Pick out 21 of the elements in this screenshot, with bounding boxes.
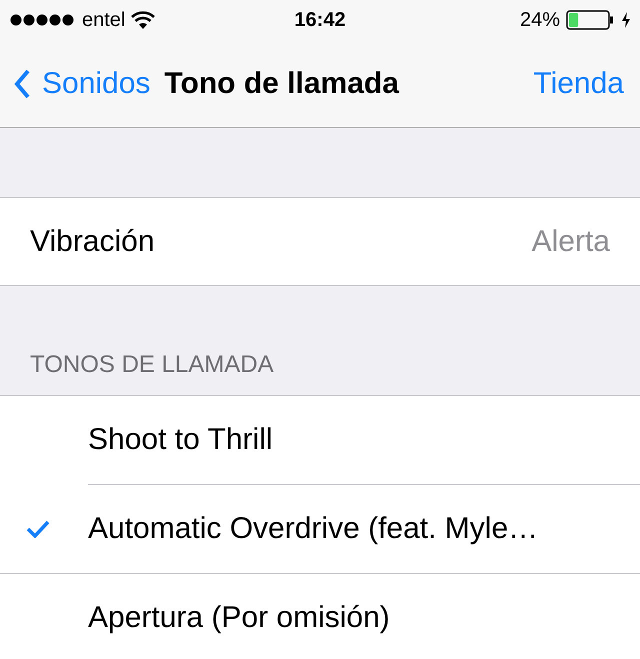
- back-button[interactable]: Sonidos: [14, 66, 150, 100]
- carrier-name: entel: [82, 8, 126, 32]
- ringtone-name: Apertura (Por omisión): [88, 601, 391, 635]
- section-header: TONOS DE LLAMADA: [30, 351, 274, 379]
- store-button[interactable]: Tienda: [533, 66, 624, 100]
- ringtone-name: Shoot to Thrill: [88, 423, 274, 457]
- ringtone-name: Automatic Overdrive (feat. Myle…: [88, 512, 540, 546]
- wifi-icon: [131, 11, 156, 29]
- page-title: Tono de llamada: [164, 66, 400, 100]
- settings-row[interactable]: Vibración Alerta: [0, 197, 640, 286]
- battery-percent: 24%: [520, 8, 560, 32]
- ringtone-item[interactable]: Apertura (Por omisión): [0, 574, 640, 659]
- charging-icon: [622, 12, 630, 28]
- row-value: Alerta: [532, 224, 610, 258]
- row-label: Vibración: [30, 224, 156, 258]
- chevron-icon: [14, 68, 30, 98]
- ringtone-item[interactable]: Shoot to Thrill: [0, 396, 640, 484]
- ringtone-item[interactable]: Automatic Overdrive (feat. Myle…: [0, 485, 640, 573]
- battery-icon: [566, 10, 616, 30]
- signal-icon: [10, 14, 76, 26]
- clock-time: 16:42: [294, 8, 346, 32]
